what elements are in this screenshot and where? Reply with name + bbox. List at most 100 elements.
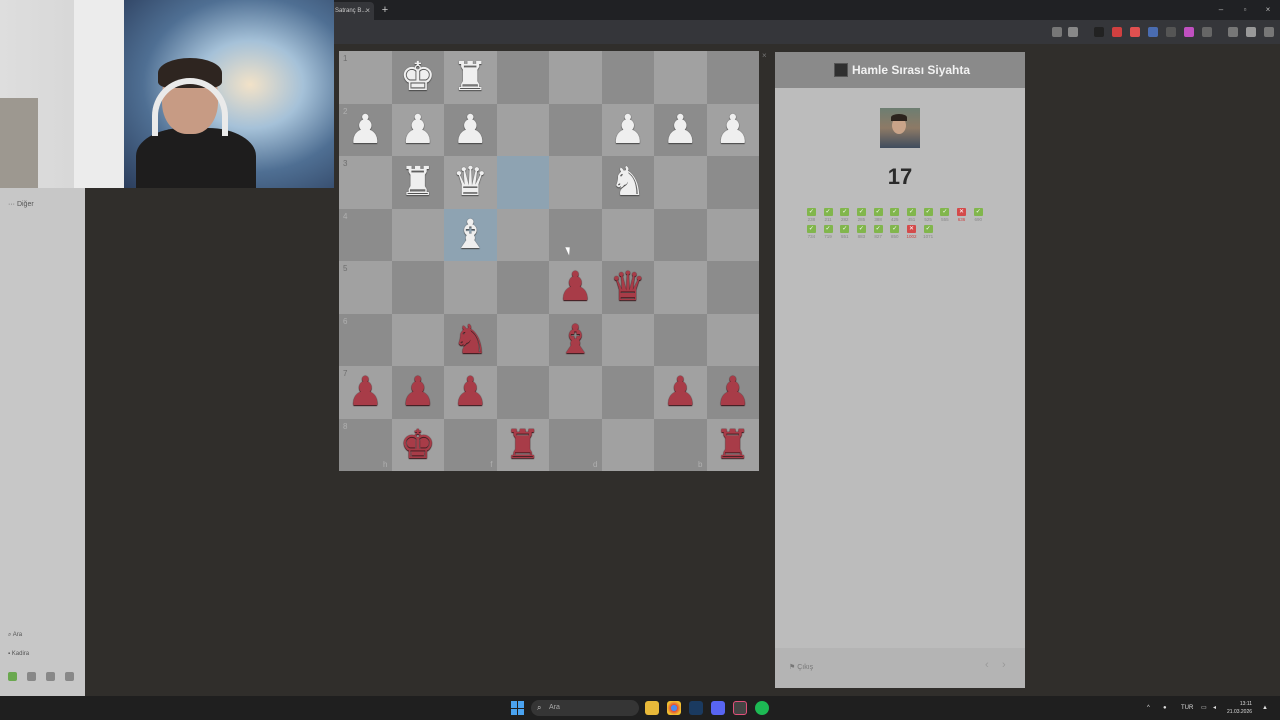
white-piece[interactable]: ♝ [444,209,497,262]
extension-icon[interactable] [1148,27,1158,37]
discord-icon[interactable] [711,701,725,715]
white-piece[interactable]: ♟ [707,104,760,157]
board-square[interactable]: 8h [339,418,392,471]
board-square[interactable]: 5 [339,261,392,314]
board-square[interactable]: ♚ [391,51,444,104]
board-square[interactable]: ♟ [391,366,445,419]
extension-icon[interactable] [1112,27,1122,37]
board-square[interactable] [654,51,707,104]
black-piece[interactable]: ♚ [392,419,445,472]
mail-icon[interactable] [27,672,36,681]
board-square[interactable]: ♟ [706,103,760,157]
taskbar-search[interactable]: ⌕ Ara [531,700,639,716]
board-square[interactable]: ♜ [444,51,497,104]
black-piece[interactable]: ♛ [602,261,655,314]
result-item[interactable]: ✓ 285 [853,208,870,222]
black-piece[interactable]: ♟ [707,366,760,419]
white-piece[interactable]: ♛ [444,156,497,209]
board-square[interactable] [654,261,707,314]
sidebar-search[interactable]: ⌕ Ara [8,632,22,639]
board-square[interactable] [549,103,602,156]
result-item[interactable]: ✓ 1071 [920,225,937,239]
board-square[interactable] [706,156,759,209]
new-tab-button[interactable]: + [378,1,392,19]
white-piece[interactable]: ♟ [339,104,392,157]
board-square[interactable]: ♟ [444,103,497,157]
board-square[interactable]: ♟ [391,103,445,157]
board-square[interactable]: 1 [339,51,392,104]
board-square[interactable]: ♟ [706,366,760,419]
extension-icon[interactable] [1184,27,1194,37]
app-icon[interactable] [733,701,747,715]
board-square[interactable] [391,261,444,314]
black-piece[interactable]: ♜ [707,419,760,472]
board-square[interactable]: 2 ♟ [339,103,392,157]
result-item[interactable]: ✕ 1002 [903,225,920,239]
white-piece[interactable]: ♟ [444,104,497,157]
network-icon[interactable]: ▭ [1201,696,1207,720]
bell-icon[interactable] [46,672,55,681]
chess-board[interactable]: 1 ♚ ♜ 2 ♟ ♟ ♟ ♟ ♟ ♟ 3 ♜ ♛ ♞ 4 ♝ 5 ♟ ♛ 6 ♞ ♝ 7 ♟ ♟ ♟ ♟ ♟ 8 h ♚ f ♜ d b ♜ [339,51,759,471]
volume-icon[interactable]: ◂ [1213,696,1216,720]
board-square[interactable] [496,51,549,104]
friends-icon[interactable] [8,672,17,681]
result-item[interactable]: ✓ 690 [970,208,987,222]
board-square[interactable] [654,208,707,261]
chrome-icon[interactable] [667,701,681,715]
board-square[interactable]: b [654,418,707,471]
white-piece[interactable]: ♟ [392,104,445,157]
board-square[interactable] [654,313,707,366]
board-square[interactable] [549,366,602,419]
bookmark-star-icon[interactable] [1068,27,1078,37]
black-piece[interactable]: ♝ [549,314,602,367]
gear-icon[interactable] [65,672,74,681]
black-piece[interactable]: ♟ [444,366,497,419]
extension-icon[interactable] [1130,27,1140,37]
result-item[interactable]: ✓ 551 [836,225,853,239]
white-piece[interactable]: ♟ [602,104,655,157]
result-item[interactable]: ✓ 282 [836,208,853,222]
board-square[interactable]: ♚ [391,418,445,472]
board-square[interactable]: ♞ [444,313,497,366]
taskbar-clock[interactable]: 13:11 21.03.2026 [1227,700,1252,716]
board-square[interactable]: ♜ [391,156,444,209]
result-item[interactable]: ✓ 827 [870,225,887,239]
board-square[interactable] [496,366,549,419]
board-square[interactable] [549,51,602,104]
maximize-button[interactable]: ▫ [1234,0,1256,20]
board-square[interactable]: f [444,418,497,471]
board-square[interactable] [601,51,654,104]
spotify-icon[interactable] [755,701,769,715]
result-item[interactable]: ✓ 734 [803,225,820,239]
black-piece[interactable]: ♟ [392,366,445,419]
extension-icon[interactable] [1094,27,1104,37]
install-icon[interactable] [1052,27,1062,37]
result-item[interactable]: ✓ 883 [853,225,870,239]
result-item[interactable]: ✓ 555 [937,208,954,222]
board-square[interactable]: ♛ [601,261,655,314]
steam-icon[interactable] [689,701,703,715]
profile-icon[interactable] [1228,27,1238,37]
board-square[interactable] [496,103,549,156]
board-square[interactable]: ♜ [496,418,550,472]
board-square[interactable] [444,261,497,314]
white-piece[interactable]: ♜ [444,51,497,104]
minimize-button[interactable]: – [1210,0,1232,20]
language-indicator[interactable]: TUR [1181,696,1193,720]
white-piece[interactable]: ♟ [654,104,707,157]
extension-icon[interactable] [1166,27,1176,37]
board-square[interactable] [391,208,444,261]
black-piece[interactable]: ♟ [654,366,707,419]
board-square[interactable] [706,313,759,366]
board-square[interactable] [496,208,549,261]
result-item[interactable]: ✓ 451 [903,208,920,222]
board-square[interactable] [496,156,549,209]
notification-bell-icon[interactable]: ▲ [1262,696,1268,720]
board-square[interactable]: ♜ [706,418,760,472]
board-square[interactable]: ♝ [444,208,497,262]
result-item[interactable]: ✕ 636 [953,208,970,222]
file-explorer-icon[interactable] [645,701,659,715]
board-square[interactable]: 4 [339,208,392,261]
black-piece[interactable]: ♜ [497,419,550,472]
board-square[interactable]: ♟ [654,103,707,157]
